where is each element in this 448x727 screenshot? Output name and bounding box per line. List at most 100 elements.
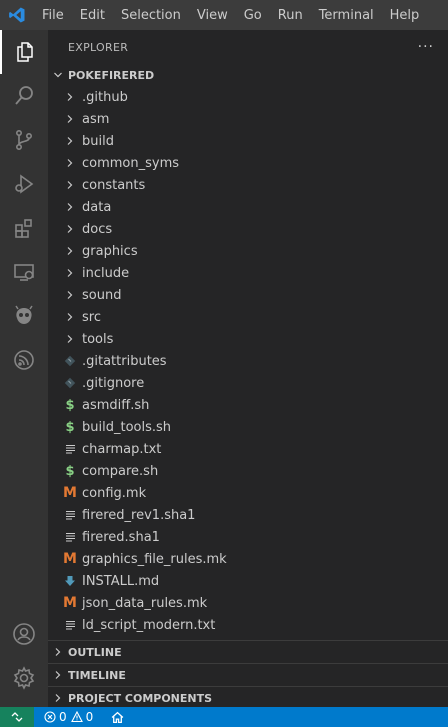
more-actions-button[interactable]: ···: [418, 39, 434, 55]
extensions-icon[interactable]: [0, 206, 48, 250]
chevron-right-icon: [62, 136, 78, 146]
folder-row[interactable]: graphics: [48, 240, 448, 262]
tree-item-label: firered.sha1: [82, 529, 160, 545]
chevron-right-icon: [62, 312, 78, 322]
home-icon: [111, 711, 124, 723]
dollar-icon: $: [65, 397, 75, 413]
folder-row[interactable]: constants: [48, 174, 448, 196]
dollar-icon: $: [65, 419, 75, 435]
menu-help[interactable]: Help: [382, 0, 428, 30]
tree-item-label: .gitignore: [82, 375, 145, 391]
error-icon: [44, 711, 56, 723]
tree-item-label: tools: [82, 331, 114, 347]
menu-edit[interactable]: Edit: [72, 0, 113, 30]
warning-icon: [70, 711, 83, 723]
project-name: POKEFIRERED: [68, 68, 155, 82]
chevron-right-icon: [62, 158, 78, 168]
explorer-title: EXPLORER: [68, 40, 129, 54]
menu-run[interactable]: Run: [270, 0, 311, 30]
menu-selection[interactable]: Selection: [113, 0, 189, 30]
file-row[interactable]: firered_rev1.sha1: [48, 504, 448, 526]
chevron-right-icon: [62, 224, 78, 234]
espressif-icon[interactable]: [0, 338, 48, 382]
source-control-icon[interactable]: [0, 118, 48, 162]
folder-row[interactable]: docs: [48, 218, 448, 240]
section-label: PROJECT COMPONENTS: [68, 691, 213, 705]
tree-item-label: constants: [82, 177, 146, 193]
m-icon: M: [63, 595, 77, 611]
menu-view[interactable]: View: [189, 0, 236, 30]
folder-row[interactable]: common_syms: [48, 152, 448, 174]
remote-explorer-icon[interactable]: [0, 250, 48, 294]
folder-row[interactable]: asm: [48, 108, 448, 130]
run-debug-icon[interactable]: [0, 162, 48, 206]
explorer-sidebar: EXPLORER ··· POKEFIRERED .github asm build…: [48, 30, 448, 707]
dollar-icon: $: [65, 463, 75, 479]
status-bar: 0 0: [0, 707, 448, 727]
accounts-icon[interactable]: [0, 612, 48, 656]
folder-row[interactable]: build: [48, 130, 448, 152]
chevron-right-icon: [62, 290, 78, 300]
tree-item-label: data: [82, 199, 112, 215]
chevron-right-icon: [62, 114, 78, 124]
file-row[interactable]: .gitignore: [48, 372, 448, 394]
folder-row[interactable]: include: [48, 262, 448, 284]
lines-icon: [62, 620, 78, 630]
vscode-logo-icon: [0, 0, 34, 30]
explorer-icon[interactable]: [0, 30, 48, 74]
file-row[interactable]: charmap.txt: [48, 438, 448, 460]
file-row[interactable]: Mgraphics_file_rules.mk: [48, 548, 448, 570]
platformio-icon[interactable]: [0, 294, 48, 338]
folder-row[interactable]: .github: [48, 86, 448, 108]
download-arrow-icon: [62, 575, 78, 587]
m-icon: M: [63, 551, 77, 567]
file-row[interactable]: INSTALL.md: [48, 570, 448, 592]
file-row[interactable]: firered.sha1: [48, 526, 448, 548]
remote-indicator-button[interactable]: [0, 707, 34, 727]
home-button[interactable]: [107, 711, 131, 724]
explorer-header: EXPLORER ···: [48, 30, 448, 64]
folder-row[interactable]: src: [48, 306, 448, 328]
lines-icon: [62, 510, 78, 520]
tree-item-label: src: [82, 309, 101, 325]
file-row[interactable]: $ compare.sh: [48, 460, 448, 482]
folder-row[interactable]: tools: [48, 328, 448, 350]
section-outline[interactable]: OUTLINE: [48, 640, 448, 663]
chevron-right-icon: [62, 246, 78, 256]
section-project-components[interactable]: PROJECT COMPONENTS: [48, 686, 448, 709]
folder-row[interactable]: data: [48, 196, 448, 218]
project-header[interactable]: POKEFIRERED: [48, 64, 448, 86]
file-row[interactable]: $ build_tools.sh: [48, 416, 448, 438]
chevron-right-icon: [62, 268, 78, 278]
activity-bar: [0, 30, 48, 707]
menu-go[interactable]: Go: [236, 0, 270, 30]
file-row[interactable]: Mjson_data_rules.mk: [48, 592, 448, 614]
chevron-right-icon: [62, 202, 78, 212]
file-row[interactable]: Mconfig.mk: [48, 482, 448, 504]
tree-item-label: include: [82, 265, 130, 281]
file-row[interactable]: ld_script_modern.txt: [48, 614, 448, 636]
folder-row[interactable]: sound: [48, 284, 448, 306]
tree-item-label: asmdiff.sh: [82, 397, 150, 413]
file-row[interactable]: .gitattributes: [48, 350, 448, 372]
search-icon[interactable]: [0, 74, 48, 118]
m-icon: M: [63, 485, 77, 501]
chevron-right-icon: [62, 92, 78, 102]
tree-item-label: json_data_rules.mk: [82, 595, 208, 611]
chevron-right-icon: [62, 180, 78, 190]
tree-item-label: common_syms: [82, 155, 180, 171]
tree-item-label: build_tools.sh: [82, 419, 172, 435]
settings-gear-icon[interactable]: [0, 656, 48, 700]
section-timeline[interactable]: TIMELINE: [48, 663, 448, 686]
menu-terminal[interactable]: Terminal: [311, 0, 382, 30]
menu-file[interactable]: File: [34, 0, 72, 30]
git-diamond-icon: [62, 377, 78, 389]
problems-indicator[interactable]: 0 0: [40, 710, 97, 724]
tree-item-label: asm: [82, 111, 110, 127]
tree-item-label: INSTALL.md: [82, 573, 160, 589]
chevron-right-icon: [48, 647, 68, 657]
tree-item-label: ld_script_modern.txt: [82, 617, 216, 633]
file-row[interactable]: $ asmdiff.sh: [48, 394, 448, 416]
file-tree: .github asm build common_syms constants data d…: [48, 86, 448, 636]
error-count: 0: [59, 710, 67, 724]
